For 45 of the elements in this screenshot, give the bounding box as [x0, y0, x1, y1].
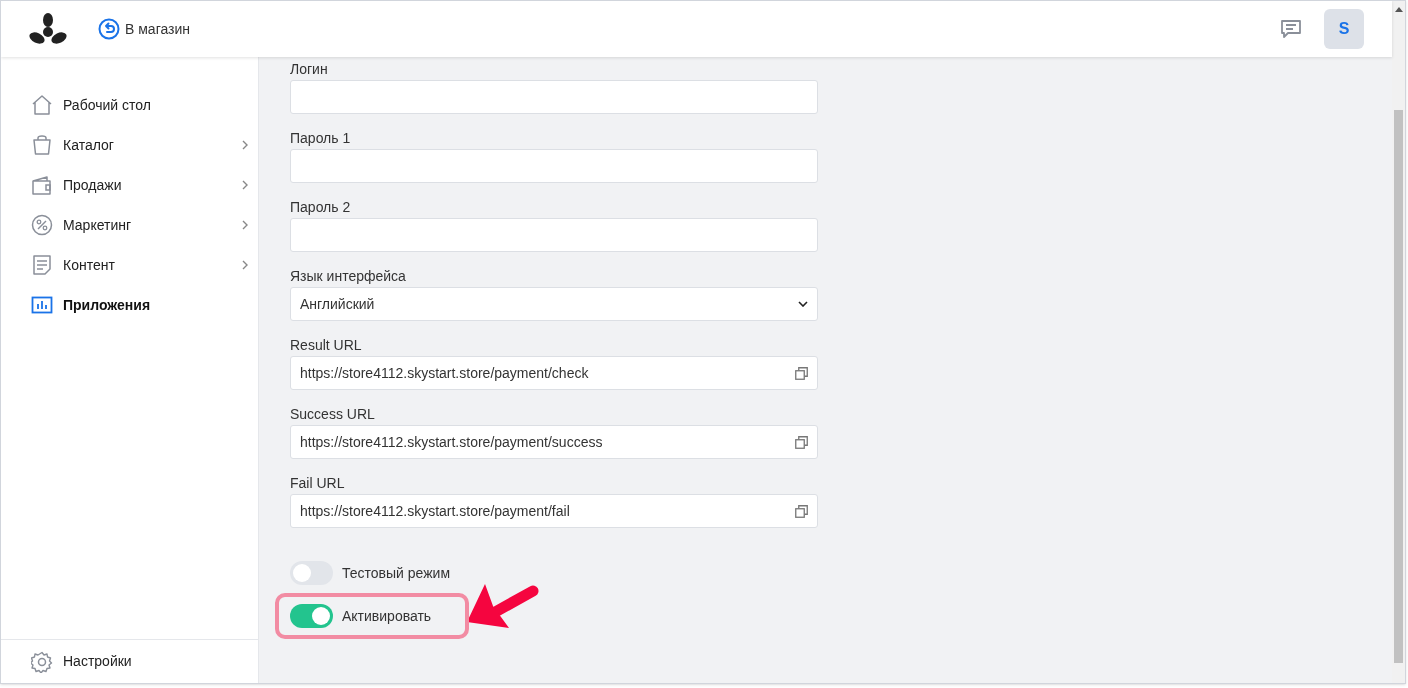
document-icon	[31, 254, 53, 276]
bar-chart-icon	[31, 294, 53, 316]
chat-icon[interactable]	[1280, 19, 1302, 39]
toggle-switch[interactable]	[290, 604, 333, 628]
toggle-label: Активировать	[342, 606, 432, 626]
sidebar-nav-item[interactable]: Рабочий стол	[1, 89, 258, 121]
field-label: Логин	[290, 60, 329, 79]
chevron-right-icon	[242, 220, 248, 230]
settings-nav-item[interactable]: Настройки	[31, 650, 132, 673]
url-field[interactable]: https://store4112.skystart.store/payment/fail	[290, 494, 818, 528]
field-label: Fail URL	[290, 474, 346, 493]
url-field[interactable]: https://store4112.skystart.store/payment/success	[290, 425, 818, 459]
toggle-switch[interactable]	[290, 561, 333, 585]
toggle-label: Тестовый режим	[342, 563, 451, 583]
field-label: Пароль 2	[290, 198, 352, 217]
sidebar-nav-item[interactable]: Маркетинг	[1, 209, 258, 241]
sidebar-nav-item[interactable]: Контент	[1, 249, 258, 281]
chevron-right-icon	[242, 260, 248, 270]
field-label: Result URL	[290, 336, 363, 355]
field-label: Success URL	[290, 405, 376, 424]
scrollbar[interactable]	[1392, 1, 1405, 683]
sidebar-nav-item[interactable]: Продажи	[1, 169, 258, 201]
logo-icon[interactable]	[29, 13, 67, 45]
url-field[interactable]: https://store4112.skystart.store/payment/check	[290, 356, 818, 390]
bag-icon	[31, 134, 53, 156]
input-field[interactable]	[290, 149, 818, 183]
sidebar-nav-item[interactable]: Приложения	[1, 289, 258, 321]
percent-icon	[31, 214, 53, 236]
copy-icon[interactable]	[795, 504, 808, 518]
chevron-down-icon	[798, 301, 808, 307]
copy-icon[interactable]	[795, 366, 808, 380]
sidebar-nav-item[interactable]: Каталог	[1, 129, 258, 161]
chevron-right-icon	[242, 180, 248, 190]
wallet-icon	[31, 174, 53, 196]
back-to-store-link[interactable]: В магазин	[98, 18, 191, 40]
copy-icon[interactable]	[795, 435, 808, 449]
chevron-right-icon	[242, 140, 248, 150]
house-icon	[31, 94, 53, 116]
scroll-up-arrow-icon[interactable]	[1394, 6, 1403, 12]
input-field[interactable]	[290, 218, 818, 252]
gear-icon	[31, 650, 53, 673]
language-dropdown[interactable]: Английский	[290, 287, 818, 321]
input-field[interactable]	[290, 80, 818, 114]
field-label: Пароль 1	[290, 129, 352, 148]
field-label: Язык интерфейса	[290, 267, 407, 286]
